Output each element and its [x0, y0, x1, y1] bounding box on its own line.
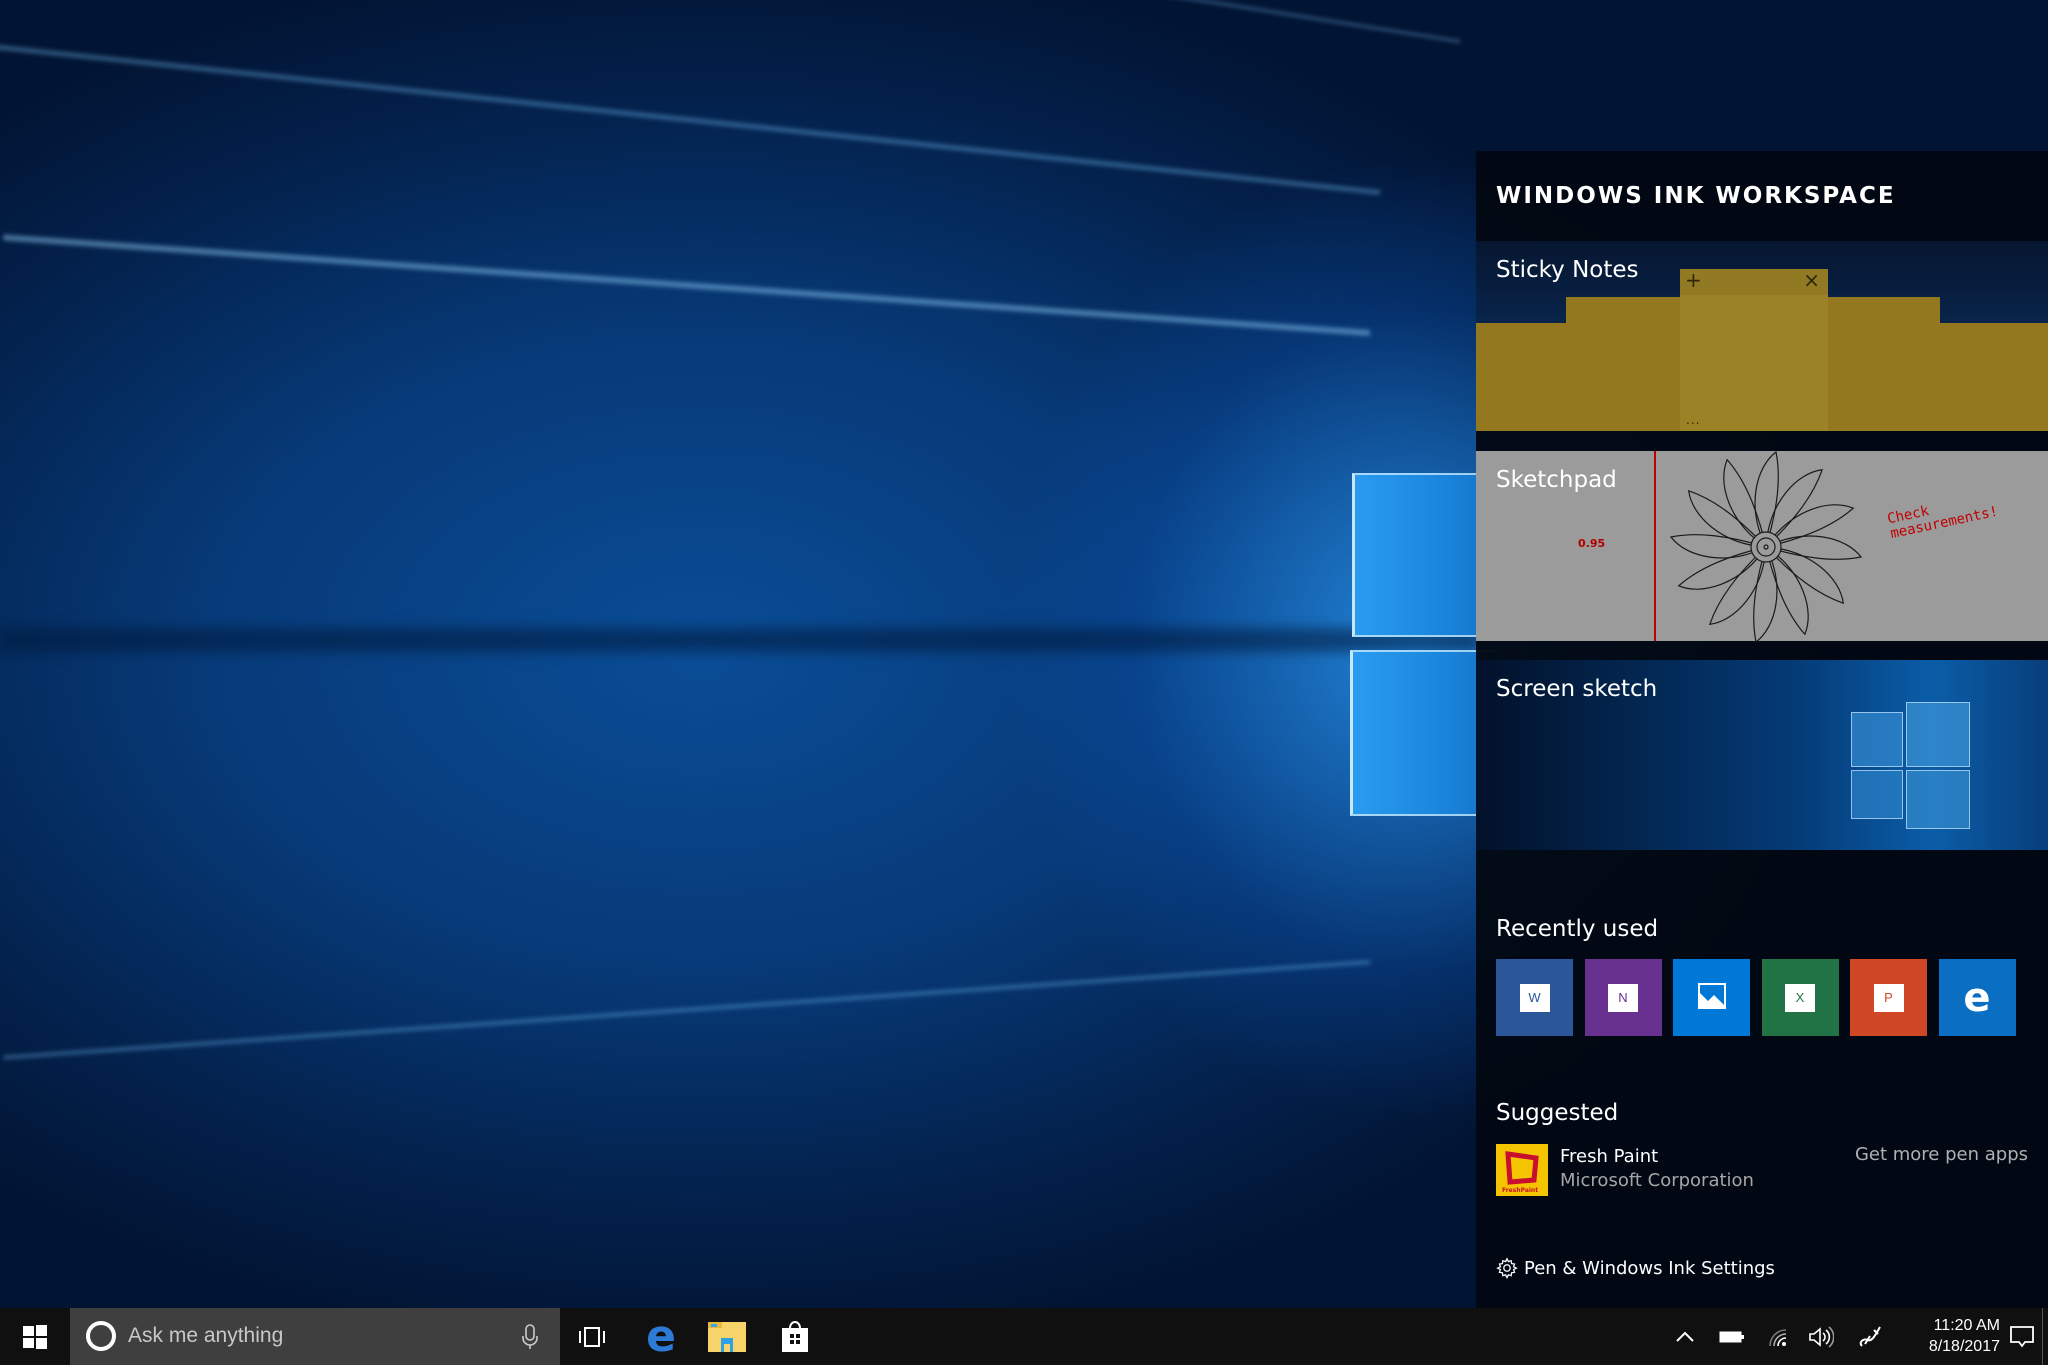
gear-icon — [1496, 1257, 1518, 1279]
suggested-app-name: Fresh Paint — [1560, 1146, 1659, 1167]
task-view-button[interactable] — [570, 1308, 614, 1365]
action-center-button[interactable] — [2002, 1308, 2042, 1365]
wallpaper-beam — [3, 960, 1371, 1060]
sketch-margin-line — [1654, 451, 1656, 641]
recently-used-heading: Recently used — [1496, 916, 1659, 942]
suggested-heading: Suggested — [1496, 1100, 1619, 1126]
clock-date: 8/18/2017 — [1928, 1338, 2000, 1355]
excel-icon: X — [1785, 983, 1815, 1012]
pen-icon — [1859, 1326, 1881, 1347]
sketch-number: 0.95 — [1578, 537, 1606, 550]
screen-sketch-logo-pane — [1906, 770, 1970, 829]
windows-ink-workspace-button[interactable] — [1852, 1308, 1886, 1365]
screen-sketch-logo-pane — [1906, 702, 1970, 767]
wallpaper-shadow — [0, 628, 1480, 652]
show-hidden-icons-button[interactable] — [1670, 1308, 1700, 1365]
taskbar-edge-button[interactable]: e — [636, 1308, 686, 1365]
tile-sticky-notes[interactable]: Sticky Notes + × ... — [1476, 241, 2048, 431]
start-button[interactable] — [0, 1308, 70, 1365]
windows-ink-workspace-panel: WINDOWS INK WORKSPACE Sticky Notes + × .… — [1476, 151, 2048, 1308]
close-note-icon: × — [1803, 268, 1820, 292]
search-placeholder: Ask me anything — [128, 1324, 284, 1347]
powerpoint-icon: P — [1873, 983, 1904, 1012]
wallpaper-beam — [0, 35, 1381, 195]
photos-icon — [1697, 982, 1726, 1013]
show-desktop-button[interactable] — [2042, 1308, 2048, 1365]
sticky-note — [1476, 323, 1566, 431]
fresh-paint-icon: FreshPaint — [1496, 1144, 1548, 1196]
tile-sketchpad[interactable]: Sketchpad 0.95 Check measurements! — [1476, 451, 2048, 641]
onenote-icon: N — [1608, 983, 1638, 1012]
taskbar: Ask me anything e 11:20 AM 8/18/2017 — [0, 1308, 2048, 1365]
windows-logo-icon — [23, 1324, 47, 1349]
sketch-flower-drawing — [1669, 451, 1863, 641]
recent-app-excel[interactable]: X — [1761, 959, 1839, 1036]
note-menu-icon: ... — [1686, 413, 1701, 427]
sticky-note — [1940, 323, 2048, 431]
file-explorer-icon — [708, 1321, 746, 1352]
chevron-up-icon — [1676, 1331, 1694, 1342]
screen-sketch-logo-pane — [1851, 712, 1903, 767]
recent-app-photos[interactable] — [1673, 959, 1750, 1036]
get-more-pen-apps-link[interactable]: Get more pen apps — [1855, 1144, 2028, 1165]
microphone-icon[interactable] — [522, 1324, 538, 1350]
wallpaper-logo-pane — [1352, 473, 1495, 637]
task-view-icon — [579, 1326, 605, 1347]
sketch-annotation: Check measurements! — [1885, 502, 2000, 543]
tile-label: Sketchpad — [1496, 467, 1617, 493]
battery-button[interactable] — [1715, 1308, 1749, 1365]
word-icon: W — [1519, 983, 1550, 1012]
tile-label: Screen sketch — [1496, 676, 1658, 702]
sticky-note — [1566, 297, 1680, 431]
wallpaper-beam — [0, 0, 1461, 43]
cortana-search-box[interactable]: Ask me anything — [70, 1308, 560, 1365]
recent-app-onenote[interactable]: N — [1584, 959, 1662, 1036]
system-clock[interactable]: 11:20 AM 8/18/2017 — [1900, 1315, 2000, 1357]
sticky-note — [1828, 297, 1940, 431]
screen-sketch-logo-pane — [1851, 770, 1903, 819]
wallpaper-beam — [3, 234, 1371, 336]
pen-ink-settings-link[interactable]: Pen & Windows Ink Settings — [1496, 1257, 1775, 1279]
edge-icon: e — [646, 1310, 676, 1362]
tile-screen-sketch[interactable]: Screen sketch — [1476, 660, 2048, 850]
battery-icon — [1719, 1331, 1744, 1342]
add-note-icon: + — [1685, 268, 1702, 292]
suggested-app-publisher: Microsoft Corporation — [1560, 1170, 1754, 1191]
store-icon — [782, 1320, 808, 1352]
recent-app-microsoft-edge[interactable]: e — [1938, 959, 2016, 1036]
wifi-icon — [1769, 1328, 1787, 1346]
wallpaper-logo-pane — [1350, 650, 1495, 816]
edge-icon: e — [1963, 974, 1991, 1021]
clock-time: 11:20 AM — [1933, 1317, 2000, 1334]
panel-title: WINDOWS INK WORKSPACE — [1496, 183, 1896, 209]
taskbar-store-button[interactable] — [770, 1308, 820, 1365]
cortana-icon — [86, 1321, 116, 1351]
sticky-note-active: + × ... — [1680, 268, 1828, 431]
recent-app-word[interactable]: W — [1496, 959, 1573, 1036]
settings-link-label: Pen & Windows Ink Settings — [1524, 1257, 1775, 1279]
recent-app-powerpoint[interactable]: P — [1850, 959, 1927, 1036]
taskbar-file-explorer-button[interactable] — [702, 1308, 752, 1365]
volume-button[interactable] — [1804, 1308, 1838, 1365]
tile-label: Sticky Notes — [1496, 257, 1639, 283]
action-center-icon — [2010, 1325, 2034, 1347]
network-button[interactable] — [1763, 1308, 1793, 1365]
volume-icon — [1809, 1325, 1834, 1348]
